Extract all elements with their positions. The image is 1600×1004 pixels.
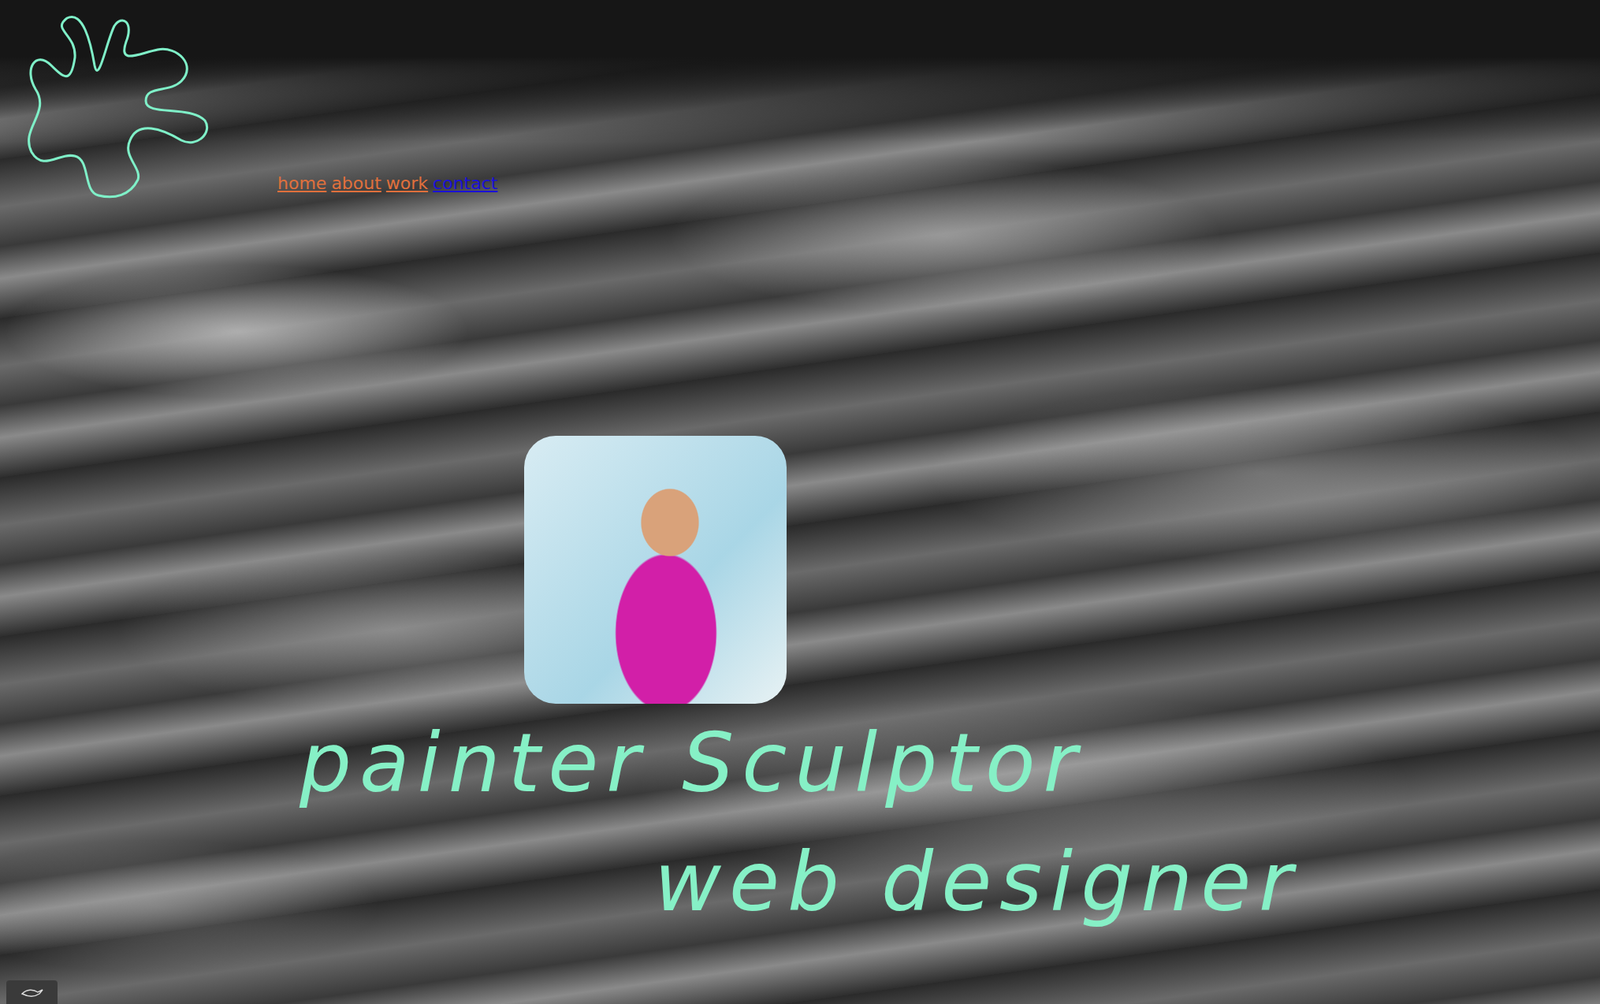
logo-icon[interactable] xyxy=(19,10,213,200)
hero-line: painter Sculptor xyxy=(299,703,1600,823)
bird-icon xyxy=(20,986,45,999)
nav-link[interactable]: work xyxy=(386,173,428,194)
page: homeaboutworkcontact painter Sculptorweb … xyxy=(0,0,1600,1004)
nav-link[interactable]: contact xyxy=(432,173,498,194)
portrait-photo xyxy=(524,435,787,704)
hero-line: web designer xyxy=(654,822,1600,942)
content: homeaboutworkcontact painter Sculptorweb … xyxy=(0,0,1600,942)
header: homeaboutworkcontact xyxy=(0,0,1600,200)
hero: painter Sculptorweb designer xyxy=(0,199,1600,942)
nav-link[interactable]: home xyxy=(277,173,327,194)
corner-button[interactable] xyxy=(6,980,58,1004)
nav-link[interactable]: about xyxy=(331,173,381,194)
nav: homeaboutworkcontact xyxy=(277,173,498,194)
